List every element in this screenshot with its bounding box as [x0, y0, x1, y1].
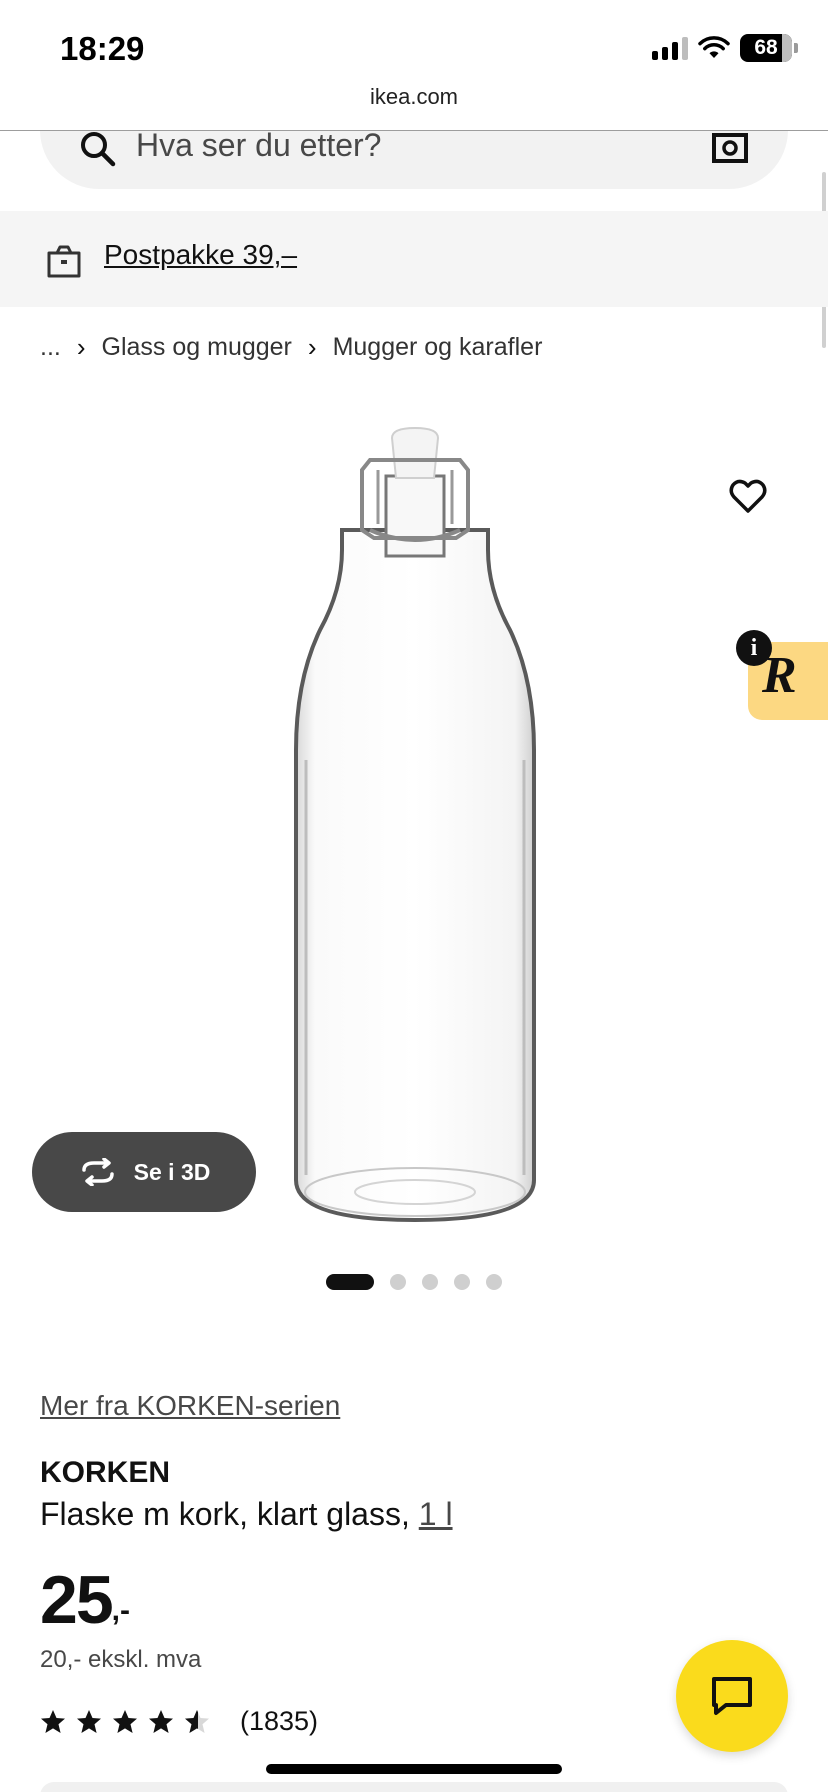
breadcrumb: ... › Glass og mugger › Mugger og karafl…: [40, 332, 542, 363]
delivery-banner[interactable]: Postpakke 39,–: [0, 211, 828, 307]
battery-icon: 68: [740, 34, 798, 62]
size-link[interactable]: 1 l: [419, 1496, 453, 1532]
product-description-text: Flaske m kork, klart glass,: [40, 1496, 419, 1532]
star-icon: [41, 1709, 65, 1733]
star-icon: [77, 1709, 101, 1733]
delivery-box-icon: [47, 245, 81, 278]
browser-url[interactable]: ikea.com: [0, 84, 828, 110]
product-rating[interactable]: (1835): [40, 1706, 318, 1737]
breadcrumb-ellipsis[interactable]: ...: [40, 333, 61, 362]
rotate-3d-icon: [81, 1158, 114, 1186]
rating-count[interactable]: (1835): [240, 1706, 318, 1737]
delivery-link[interactable]: Postpakke 39,–: [104, 239, 297, 271]
price-ex-vat: 20,- ekskl. mva: [40, 1646, 202, 1673]
bottom-card-edge: [40, 1782, 788, 1792]
view-3d-label: Se i 3D: [133, 1158, 211, 1185]
star-icon: [113, 1709, 137, 1733]
chat-icon: [712, 1677, 752, 1715]
camera-icon[interactable]: [710, 131, 750, 167]
product-description: Flaske m kork, klart glass, 1 l: [40, 1496, 453, 1533]
search-icon[interactable]: [78, 131, 118, 169]
status-time: 18:29: [60, 30, 145, 67]
image-carousel-dots[interactable]: [326, 1274, 502, 1290]
search-input[interactable]: Hva ser du etter?: [40, 131, 788, 189]
battery-level: 68: [754, 36, 778, 59]
search-container: Hva ser du etter?: [0, 131, 828, 191]
price-value: 25: [40, 1562, 114, 1638]
star-icon: [149, 1709, 173, 1733]
chevron-right-icon: ›: [76, 332, 86, 362]
chat-button[interactable]: [676, 1640, 788, 1752]
product-price: 25 ,-: [40, 1562, 130, 1638]
search-placeholder: Hva ser du etter?: [136, 131, 382, 163]
cellular-signal-icon: [652, 36, 688, 60]
carousel-dot-1[interactable]: [326, 1274, 374, 1290]
status-icons: 68: [652, 34, 798, 62]
series-link[interactable]: Mer fra KORKEN-serien: [40, 1390, 340, 1422]
product-name: KORKEN: [40, 1456, 171, 1489]
carousel-dot-4[interactable]: [454, 1274, 470, 1290]
view-3d-button[interactable]: Se i 3D: [32, 1132, 256, 1212]
carousel-dot-3[interactable]: [422, 1274, 438, 1290]
price-suffix: ,-: [111, 1594, 130, 1627]
star-half-icon: [185, 1709, 209, 1733]
breadcrumb-item-glass-og-mugger[interactable]: Glass og mugger: [102, 333, 292, 362]
wifi-icon: [698, 36, 730, 58]
breadcrumb-item-mugger-og-karafler[interactable]: Mugger og karafler: [333, 333, 543, 362]
home-indicator[interactable]: [266, 1764, 562, 1774]
chevron-right-icon: ›: [307, 332, 317, 362]
product-image[interactable]: [270, 420, 560, 1240]
info-icon[interactable]: i: [736, 630, 772, 666]
carousel-dot-2[interactable]: [390, 1274, 406, 1290]
carousel-dot-5[interactable]: [486, 1274, 502, 1290]
heart-icon[interactable]: [728, 476, 768, 516]
